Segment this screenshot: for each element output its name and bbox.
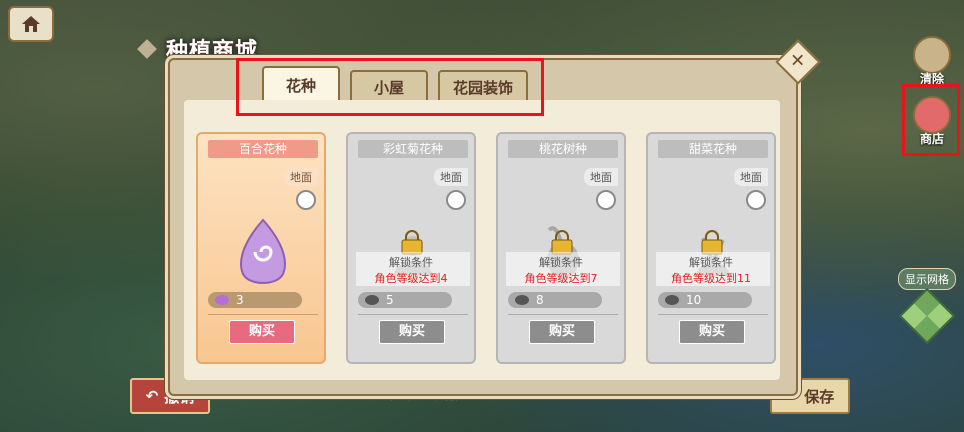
- unlock-requirement: 角色等级达到11: [671, 272, 751, 285]
- item-card-list: 百合花种 地面 3 购买 彩虹菊花种 地面 解锁条件 角色等级达到4 5 购买 …: [196, 132, 776, 364]
- card-divider: [658, 314, 768, 315]
- coin-icon: [515, 295, 529, 305]
- clear-button[interactable]: 清除: [910, 36, 954, 87]
- unlock-label: 解锁条件: [389, 256, 433, 269]
- price-value: 10: [686, 293, 702, 307]
- price-tag: 10: [658, 292, 752, 308]
- card-divider: [508, 314, 618, 315]
- title-decoration: [137, 39, 157, 59]
- ground-tag: 地面: [734, 168, 768, 186]
- magnifier-icon[interactable]: [596, 190, 616, 210]
- undo-arrow-icon: ↶: [145, 387, 159, 405]
- save-label: 保存: [804, 387, 835, 406]
- magnifier-icon[interactable]: [746, 190, 766, 210]
- tabs-highlight-box: [236, 58, 544, 116]
- magnifier-icon[interactable]: [446, 190, 466, 210]
- price-tag: 5: [358, 292, 452, 308]
- item-card-beet-flower-seed[interactable]: 甜菜花种 地面 解锁条件 角色等级达到11 10 购买: [646, 132, 776, 364]
- price-value: 3: [236, 293, 244, 307]
- unlock-requirement: 角色等级达到4: [374, 272, 448, 285]
- card-divider: [358, 314, 468, 315]
- home-icon: [22, 16, 40, 32]
- coin-icon: [365, 295, 379, 305]
- unlock-label: 解锁条件: [689, 256, 733, 269]
- price-value: 8: [536, 293, 544, 307]
- home-button[interactable]: [8, 6, 54, 42]
- buy-button[interactable]: 购买: [529, 320, 595, 344]
- price-tag: 3: [208, 292, 302, 308]
- buy-button[interactable]: 购买: [379, 320, 445, 344]
- card-title: 甜菜花种: [658, 140, 768, 158]
- ground-tag: 地面: [434, 168, 468, 186]
- ground-tag: 地面: [584, 168, 618, 186]
- unlock-label: 解锁条件: [539, 256, 583, 269]
- coin-icon: [215, 295, 229, 305]
- buy-button[interactable]: 购买: [229, 320, 295, 344]
- coin-icon: [665, 295, 679, 305]
- grid-icon: [898, 287, 956, 345]
- magnifier-icon[interactable]: [296, 190, 316, 210]
- buy-button[interactable]: 购买: [679, 320, 745, 344]
- card-title: 彩虹菊花种: [358, 140, 468, 158]
- close-icon: ✕: [790, 51, 806, 72]
- unlock-requirement: 角色等级达到7: [524, 272, 598, 285]
- shop-highlight-box: [902, 84, 960, 156]
- seed-egg-icon: [240, 218, 286, 284]
- card-divider: [208, 314, 318, 315]
- price-tag: 8: [508, 292, 602, 308]
- show-grid-button[interactable]: 显示网格: [896, 268, 958, 345]
- ground-tag: 地面: [284, 168, 318, 186]
- item-card-lily-seed[interactable]: 百合花种 地面 3 购买: [196, 132, 326, 364]
- item-card-rainbow-daisy-seed[interactable]: 彩虹菊花种 地面 解锁条件 角色等级达到4 5 购买: [346, 132, 476, 364]
- item-card-peach-tree-seed[interactable]: 桃花树种 地面 解锁条件 角色等级达到7 8 购买: [496, 132, 626, 364]
- price-value: 5: [386, 293, 394, 307]
- card-title: 百合花种: [208, 140, 318, 158]
- card-title: 桃花树种: [508, 140, 618, 158]
- broom-icon: [913, 36, 951, 74]
- show-grid-label: 显示网格: [898, 268, 956, 290]
